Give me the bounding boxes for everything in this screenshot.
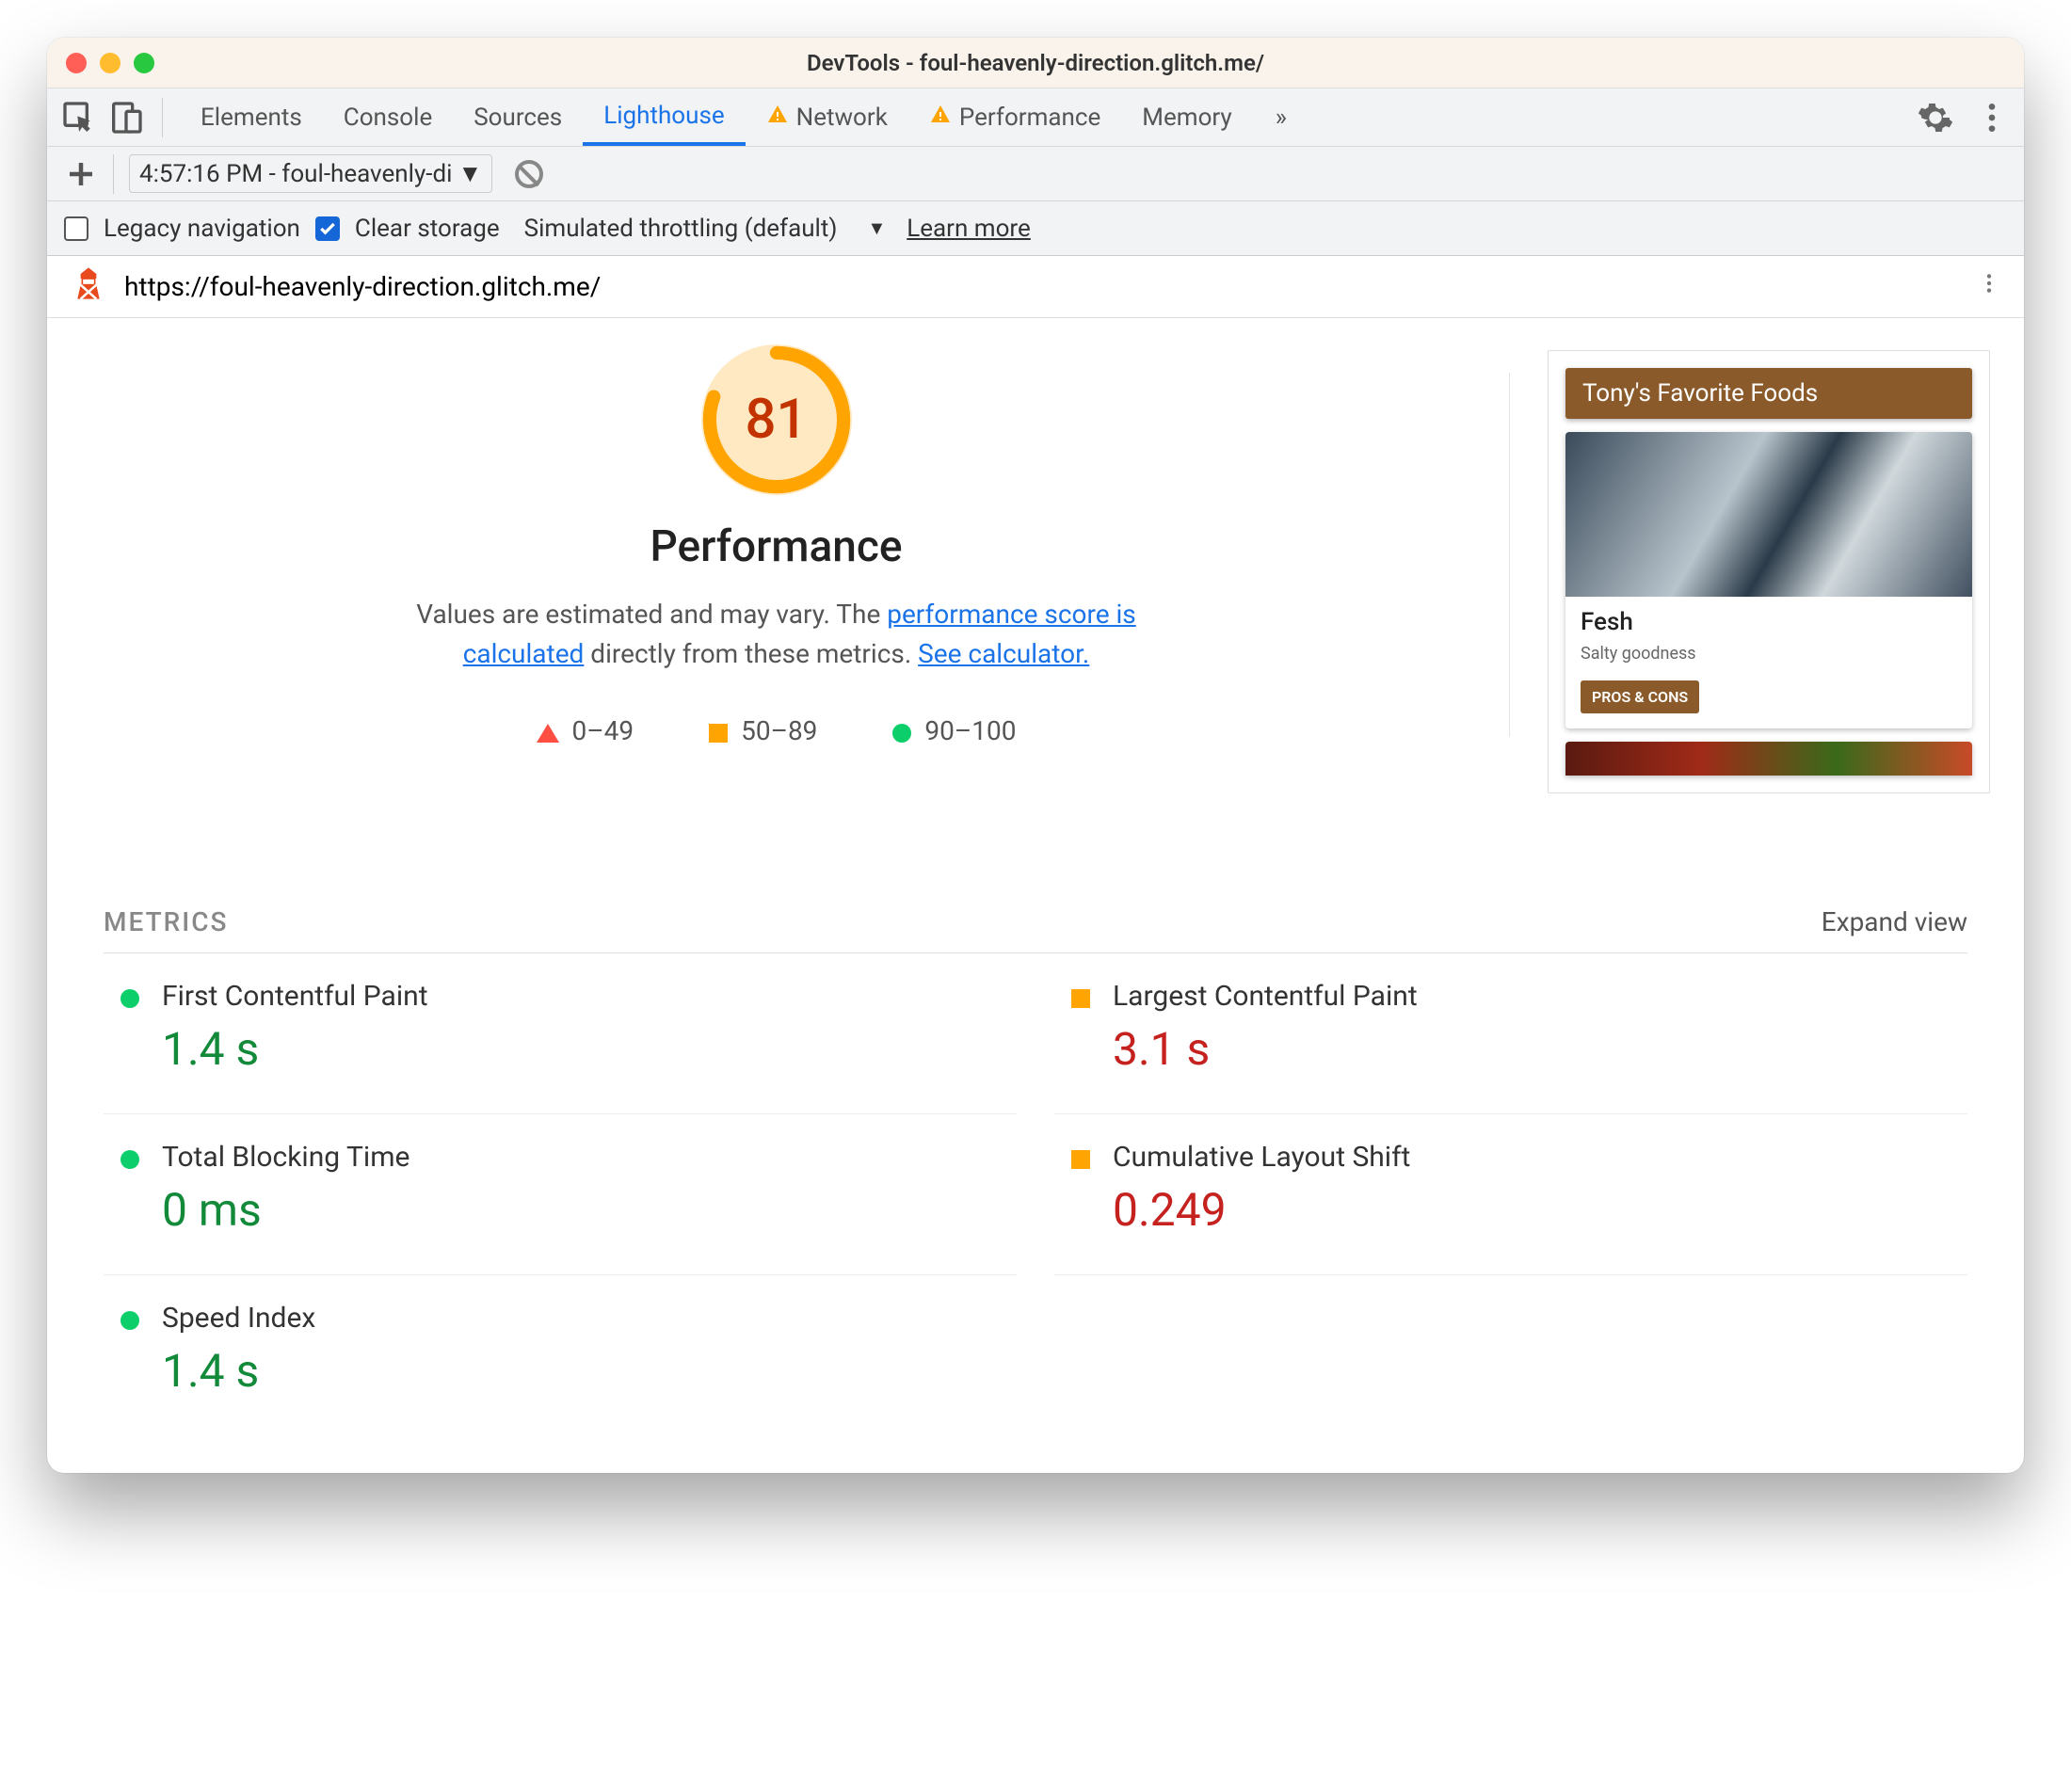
tab-network[interactable]: Network xyxy=(746,88,908,146)
chevron-down-icon: ▼ xyxy=(458,159,482,188)
tab-console[interactable]: Console xyxy=(323,88,453,146)
metric-value: 1.4 s xyxy=(162,1344,315,1398)
preview-card-strip xyxy=(1565,742,1972,776)
legacy-nav-checkbox[interactable] xyxy=(64,216,88,241)
preview-card: Fesh Salty goodness PROS & CONS xyxy=(1565,432,1972,728)
chevron-down-icon[interactable]: ▼ xyxy=(867,216,886,240)
triangle-icon xyxy=(537,724,559,743)
report-select-label: 4:57:16 PM - foul-heavenly-di xyxy=(139,160,452,188)
report-body: 81 Performance Values are estimated and … xyxy=(47,318,2024,793)
circle-icon xyxy=(892,724,911,743)
settings-icon[interactable] xyxy=(1917,99,1954,136)
clear-storage-checkbox[interactable] xyxy=(315,216,340,241)
metric-value: 0.249 xyxy=(1113,1183,1410,1237)
metric-value: 0 ms xyxy=(162,1183,409,1237)
lighthouse-options: Legacy navigation Clear storage Simulate… xyxy=(47,201,2024,256)
divider xyxy=(113,154,114,194)
devtools-window: DevTools - foul-heavenly-direction.glitc… xyxy=(47,38,2024,1473)
window-controls xyxy=(66,53,154,73)
tab-elements[interactable]: Elements xyxy=(180,88,323,146)
report-select[interactable]: 4:57:16 PM - foul-heavenly-di ▼ xyxy=(129,154,492,193)
tab-label: Console xyxy=(344,104,432,132)
page-screenshot-preview: Tony's Favorite Foods Fesh Salty goodnes… xyxy=(1548,350,1990,793)
score-gauge[interactable]: 81 xyxy=(701,344,852,495)
performance-summary: 81 Performance Values are estimated and … xyxy=(81,344,1471,793)
divider xyxy=(1509,373,1510,737)
metric-row[interactable]: Largest Contentful Paint 3.1 s xyxy=(1054,953,1967,1114)
legend-pass: 90–100 xyxy=(892,715,1016,746)
expand-view-toggle[interactable]: Expand view xyxy=(1822,906,1967,937)
score-legend: 0–49 50–89 90–100 xyxy=(537,715,1017,746)
devtools-tabbar: Elements Console Sources Lighthouse Network P… xyxy=(47,88,2024,147)
desc-text-pre: Values are estimated and may vary. The xyxy=(416,599,887,630)
close-window-button[interactable] xyxy=(66,53,87,73)
warning-icon xyxy=(766,103,789,132)
metric-name: Speed Index xyxy=(162,1302,315,1335)
tab-label: Performance xyxy=(959,104,1100,132)
see-calculator-link[interactable]: See calculator. xyxy=(918,638,1089,669)
tab-label: Network xyxy=(796,104,888,132)
clear-icon[interactable] xyxy=(515,160,543,188)
zoom-window-button[interactable] xyxy=(134,53,154,73)
pass-icon xyxy=(120,1311,139,1330)
pass-icon xyxy=(120,989,139,1008)
tab-performance[interactable]: Performance xyxy=(908,88,1121,146)
tab-label: Memory xyxy=(1142,104,1231,132)
tabs-container: Elements Console Sources Lighthouse Network P… xyxy=(180,88,1253,146)
performance-description: Values are estimated and may vary. The p… xyxy=(391,595,1163,674)
legacy-nav-label: Legacy navigation xyxy=(104,215,300,243)
tab-memory[interactable]: Memory xyxy=(1121,88,1252,146)
device-toolbar-icon[interactable] xyxy=(107,99,145,136)
preview-card-image xyxy=(1565,432,1972,597)
minimize-window-button[interactable] xyxy=(100,53,120,73)
kebab-menu-icon[interactable] xyxy=(1973,99,2011,136)
titlebar: DevTools - foul-heavenly-direction.glitc… xyxy=(47,38,2024,88)
tab-label: Lighthouse xyxy=(603,102,724,130)
learn-more-link[interactable]: Learn more xyxy=(907,215,1031,243)
new-report-icon[interactable] xyxy=(64,157,98,191)
average-icon xyxy=(1071,989,1090,1008)
lighthouse-runbar: 4:57:16 PM - foul-heavenly-di ▼ xyxy=(47,147,2024,201)
tab-sources[interactable]: Sources xyxy=(453,88,583,146)
pass-icon xyxy=(120,1150,139,1169)
throttling-label: Simulated throttling (default) xyxy=(524,215,838,243)
average-icon xyxy=(1071,1150,1090,1169)
inspect-element-icon[interactable] xyxy=(60,99,98,136)
metric-row[interactable]: Total Blocking Time 0 ms xyxy=(104,1114,1017,1275)
warning-icon xyxy=(929,103,952,132)
tab-label: Elements xyxy=(201,104,302,132)
metrics-section: METRICS Expand view First Contentful Pai… xyxy=(47,793,2024,1473)
clear-storage-label: Clear storage xyxy=(355,215,500,243)
metric-name: First Contentful Paint xyxy=(162,980,428,1013)
preview-card-button: PROS & CONS xyxy=(1581,680,1699,713)
metric-value: 3.1 s xyxy=(1113,1022,1418,1076)
metrics-heading: METRICS xyxy=(104,906,228,937)
preview-card-sub: Salty goodness xyxy=(1581,644,1957,664)
metric-name: Total Blocking Time xyxy=(162,1141,409,1174)
desc-text-mid: directly from these metrics. xyxy=(584,638,918,669)
legend-fail: 0–49 xyxy=(537,715,634,746)
metric-value: 1.4 s xyxy=(162,1022,428,1076)
tab-lighthouse[interactable]: Lighthouse xyxy=(583,88,745,146)
gauge-score: 81 xyxy=(701,344,852,495)
legend-average: 50–89 xyxy=(709,715,817,746)
metric-row[interactable]: Cumulative Layout Shift 0.249 xyxy=(1054,1114,1967,1275)
metric-row[interactable]: Speed Index 1.4 s xyxy=(104,1275,1017,1435)
metrics-grid: First Contentful Paint 1.4 s Largest Conte… xyxy=(104,953,1967,1435)
lighthouse-icon xyxy=(70,264,107,309)
square-icon xyxy=(709,724,728,743)
preview-card-title: Fesh xyxy=(1581,608,1957,636)
preview-header: Tony's Favorite Foods xyxy=(1565,368,1972,419)
report-url: https://foul-heavenly-direction.glitch.m… xyxy=(124,271,601,302)
tab-label: Sources xyxy=(474,104,562,132)
window-title: DevTools - foul-heavenly-direction.glitc… xyxy=(47,50,2024,76)
report-urlbar: https://foul-heavenly-direction.glitch.m… xyxy=(47,256,2024,318)
performance-title: Performance xyxy=(650,521,902,572)
metric-name: Cumulative Layout Shift xyxy=(1113,1141,1410,1174)
more-tabs-icon[interactable]: » xyxy=(1262,104,1300,132)
metric-name: Largest Contentful Paint xyxy=(1113,980,1418,1013)
report-menu-icon[interactable] xyxy=(1977,271,2001,302)
metric-row[interactable]: First Contentful Paint 1.4 s xyxy=(104,953,1017,1114)
divider xyxy=(162,98,163,137)
